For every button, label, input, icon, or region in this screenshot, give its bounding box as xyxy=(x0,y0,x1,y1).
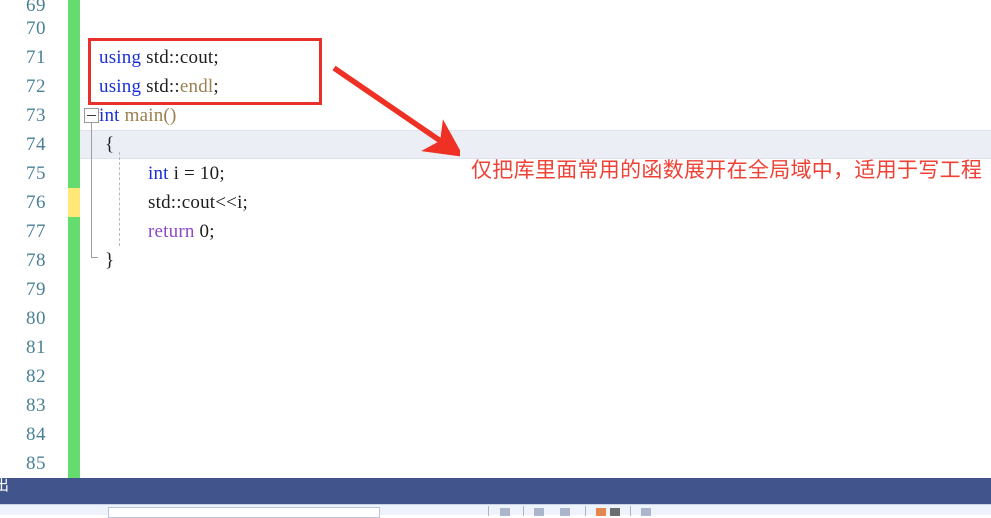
output-status-bar[interactable]: 出 xyxy=(0,477,991,504)
code-editor[interactable]: 69 70 71 72 73 74 75 76 77 78 79 80 81 8… xyxy=(0,0,991,478)
namespace-std: std:: xyxy=(146,76,180,97)
line-number: 78 xyxy=(26,250,46,271)
annotation-note: 仅把库里面常用的函数展开在全局域中，适用于写工程 xyxy=(471,159,983,182)
type-int: int xyxy=(99,105,120,126)
bottom-panel-input[interactable] xyxy=(108,507,380,518)
code-line-77[interactable]: return 0; xyxy=(148,217,215,246)
line-number: 83 xyxy=(26,395,46,416)
code-line-72[interactable]: using std::endl; xyxy=(99,72,219,101)
line-number-gutter: 69 70 71 72 73 74 75 76 77 78 79 80 81 8… xyxy=(0,0,56,478)
line-number: 84 xyxy=(26,424,46,445)
line-number: 76 xyxy=(26,192,46,213)
code-line-73[interactable]: int main() xyxy=(99,101,176,130)
line-number: 77 xyxy=(26,221,46,242)
function-main: main() xyxy=(119,105,177,126)
fold-collapse-icon[interactable] xyxy=(84,108,99,123)
semicolon: ; xyxy=(213,76,219,97)
brace-close: } xyxy=(105,250,115,271)
code-line-74[interactable]: { xyxy=(105,130,114,159)
code-line-78[interactable]: } xyxy=(105,246,114,275)
line-number: 74 xyxy=(26,134,46,155)
code-editor-window: 69 70 71 72 73 74 75 76 77 78 79 80 81 8… xyxy=(0,0,991,518)
code-line-75[interactable]: int i = 10; xyxy=(148,159,225,188)
line-number: 82 xyxy=(26,366,46,387)
cout-statement: std::cout<<i; xyxy=(148,192,249,213)
line-number: 73 xyxy=(26,105,46,126)
keyword-using: using xyxy=(99,47,142,68)
output-panel-label: 出 xyxy=(0,477,10,494)
bottom-tool-panel[interactable] xyxy=(0,504,991,518)
line-number: 71 xyxy=(26,47,46,68)
return-value: 0; xyxy=(194,221,215,242)
line-number: 70 xyxy=(26,18,46,39)
line-number: 80 xyxy=(26,308,46,329)
code-line-76[interactable]: std::cout<<i; xyxy=(148,188,248,217)
variable-declaration: i = 10; xyxy=(168,163,225,184)
modified-line-marker xyxy=(68,188,80,217)
qualified-name-cout: std::cout; xyxy=(146,47,219,68)
type-int: int xyxy=(148,163,169,184)
block-structure-line xyxy=(91,123,98,258)
code-surface[interactable]: using std::cout; using std::endl; int ma… xyxy=(80,0,991,478)
brace-open: { xyxy=(105,134,115,155)
code-line-71[interactable]: using std::cout; xyxy=(99,43,219,72)
keyword-using: using xyxy=(99,76,142,97)
line-number: 72 xyxy=(26,76,46,97)
line-number: 75 xyxy=(26,163,46,184)
indent-guide xyxy=(119,152,120,246)
line-number: 81 xyxy=(26,337,46,358)
keyword-return: return xyxy=(148,221,195,242)
identifier-endl: endl xyxy=(179,76,214,97)
change-tracking-bar xyxy=(68,0,80,478)
line-number: 79 xyxy=(26,279,46,300)
